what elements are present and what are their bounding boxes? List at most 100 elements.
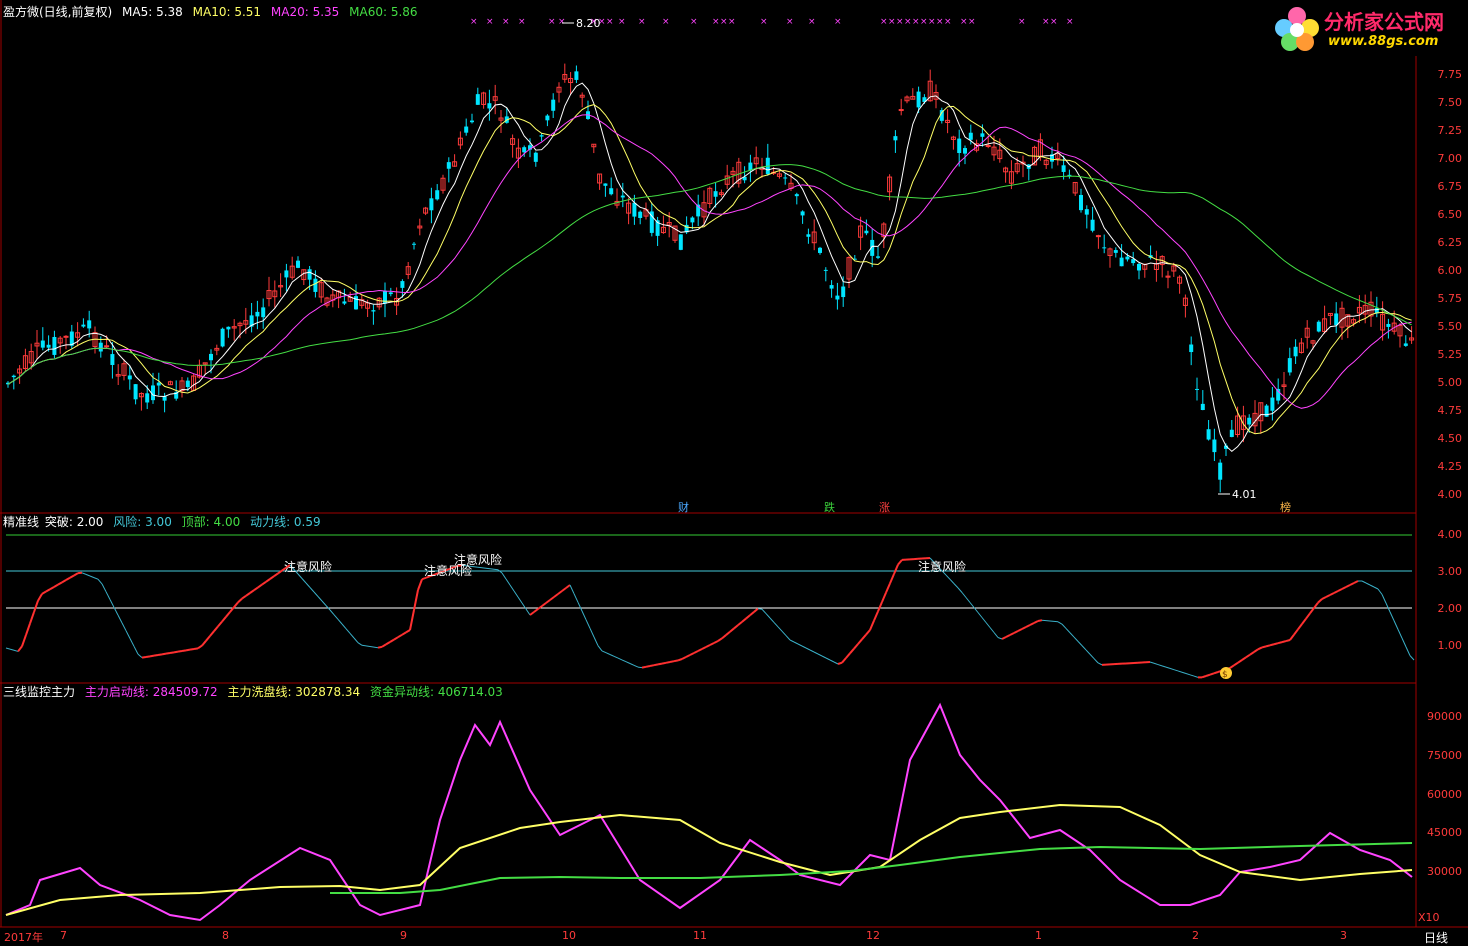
power-segment [797, 643, 803, 647]
cross-mark: × [502, 17, 510, 27]
volume-tick: 45000 [1427, 826, 1462, 839]
power-segment [1181, 671, 1187, 674]
power-segment [665, 661, 671, 664]
power-segment [505, 578, 511, 586]
power-segment [133, 646, 139, 655]
power-segment [861, 634, 867, 640]
power-segment [1321, 596, 1327, 600]
power-segment [1173, 669, 1179, 672]
power-segment [309, 587, 315, 593]
stock-title[interactable]: 盈方微(日线,前复权) [3, 5, 112, 19]
power-segment [1205, 673, 1211, 677]
candle-body [1061, 165, 1066, 172]
power-segment [801, 645, 807, 649]
cross-mark: × [720, 17, 728, 27]
power-segment [857, 638, 863, 645]
price-tick: 7.25 [1437, 124, 1463, 137]
flower-icon [1275, 7, 1319, 51]
candle-body [1079, 194, 1083, 211]
chart-canvas[interactable]: × × × × × × × × × × × × × × × × × × × × × × × × × × × × × × × × × × × $ [0, 0, 1468, 946]
power-segment [709, 642, 715, 646]
volume-title[interactable]: 三线监控主力 [3, 685, 75, 699]
power-segment [317, 596, 323, 602]
power-segment [553, 593, 559, 598]
tag-list[interactable]: 榜 [1278, 499, 1293, 515]
tag-finance[interactable]: 财 [676, 499, 691, 515]
cross-mark: × [920, 17, 928, 27]
power-segment [385, 641, 391, 646]
ma10-value: MA10: 5.51 [192, 5, 262, 19]
power-segment [589, 628, 595, 638]
power-segment [1029, 622, 1035, 626]
power-segment [81, 572, 87, 575]
candle-body [313, 278, 318, 292]
candle-body [383, 290, 387, 304]
candle-body [876, 256, 880, 258]
power-segment [625, 661, 631, 664]
power-segment [537, 605, 543, 610]
power-segment [201, 640, 207, 647]
period-selector[interactable]: 日线 [1424, 929, 1448, 946]
candle-body [545, 115, 550, 121]
power-segment [45, 588, 51, 593]
power-segment [1245, 653, 1251, 659]
power-segment [517, 596, 523, 604]
candle-body [261, 307, 266, 318]
power-segment [1301, 618, 1307, 625]
date-tick: 9 [400, 929, 407, 942]
power-segment [1001, 636, 1007, 640]
power-segment [1361, 580, 1367, 584]
candle-body [52, 336, 57, 355]
top-value: 顶部: 4.00 [181, 515, 241, 529]
price-tick: 4.50 [1437, 432, 1463, 445]
indicator-tick: 2.00 [1437, 602, 1463, 615]
power-segment [393, 636, 399, 641]
power-segment [661, 661, 667, 665]
date-tick: 11 [693, 929, 707, 942]
price-tick: 4.75 [1437, 404, 1463, 417]
power-segment [1309, 607, 1315, 614]
power-segment [409, 609, 415, 631]
abnormal-value: 资金异动线: 406714.03 [370, 685, 503, 699]
power-segment [1161, 665, 1167, 668]
candle-body [539, 135, 544, 137]
power-segment [821, 655, 827, 659]
tag-rise[interactable]: 涨 [877, 499, 892, 515]
moving-average-lines [7, 82, 1412, 453]
power-segment [609, 654, 615, 657]
power-segment [1401, 637, 1407, 648]
candle-body [1287, 358, 1292, 373]
volume-tick: 75000 [1427, 749, 1462, 762]
candle-body [794, 194, 799, 197]
candle-body [1125, 256, 1130, 260]
power-segment [977, 612, 983, 618]
cross-mark: × [662, 17, 670, 27]
site-logo[interactable]: 分析家公式网 www.88gs.com [1268, 0, 1468, 56]
power-segment [541, 602, 547, 607]
power-segment [225, 611, 231, 618]
candle-body [475, 94, 480, 105]
risk-label: 注意风险 [284, 560, 333, 574]
price-tick: 5.00 [1437, 376, 1463, 389]
power-segment [253, 586, 259, 592]
candle-body [818, 247, 822, 253]
power-segment [897, 559, 903, 566]
power-segment [1297, 623, 1303, 630]
cross-mark: × [960, 17, 968, 27]
power-segment [1013, 630, 1019, 634]
power-segment [1033, 620, 1039, 624]
tag-fall[interactable]: 跌 [822, 499, 837, 515]
power-segment [777, 626, 783, 632]
chart-window[interactable]: × × × × × × × × × × × × × × × × × × × × × × × × × × × × × × × × × × × $ 盈方… [0, 0, 1468, 946]
indicator-title[interactable]: 精准线 [3, 515, 39, 529]
power-segment [509, 584, 515, 592]
cross-mark: × [548, 17, 556, 27]
power-segment [657, 662, 663, 666]
candle-body [1293, 346, 1298, 357]
cross-mark: × [1042, 17, 1050, 27]
candle-body [296, 260, 300, 268]
x10-label: X10 [1418, 911, 1440, 924]
cross-mark: × [1018, 17, 1026, 27]
power-segment [1381, 594, 1387, 604]
cross-mark: × [1050, 17, 1058, 27]
